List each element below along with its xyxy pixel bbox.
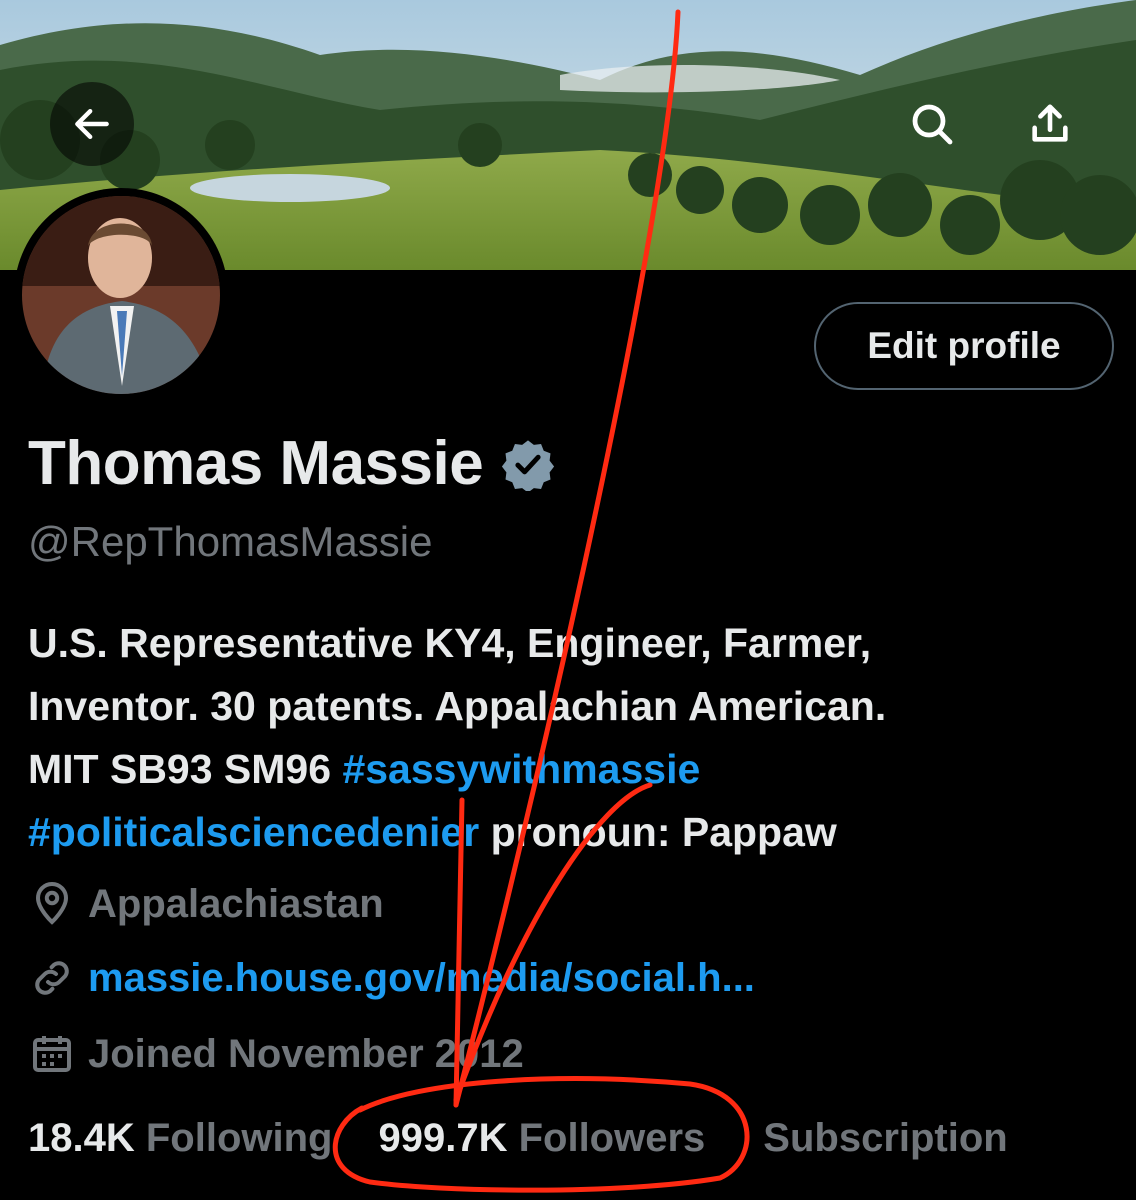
- user-handle: @RepThomasMassie: [28, 518, 433, 565]
- share-icon: [1032, 104, 1068, 142]
- search-button[interactable]: [890, 82, 974, 166]
- followers-count: 999.7K: [378, 1116, 508, 1160]
- bio-line: MIT SB93 SM96 #sassywithmassie: [28, 738, 1108, 801]
- name-row: Thomas Massie: [28, 428, 555, 499]
- following-link[interactable]: 18.4K Following: [28, 1116, 332, 1161]
- subscription-link[interactable]: Subscription: [763, 1116, 1007, 1161]
- avatar[interactable]: [14, 188, 228, 402]
- edit-profile-button[interactable]: Edit profile: [814, 302, 1114, 390]
- bio-line: Inventor. 30 patents. Appalachian Americ…: [28, 683, 887, 729]
- arrow-left-icon: [75, 108, 109, 140]
- hashtag-link[interactable]: #politicalsciencedenier: [28, 809, 479, 855]
- back-button[interactable]: [50, 82, 134, 166]
- followers-link[interactable]: 999.7K Followers: [378, 1116, 705, 1161]
- join-date-row: Joined November 2012: [28, 1030, 524, 1078]
- display-name: Thomas Massie: [28, 429, 484, 498]
- calendar-icon: [33, 1036, 71, 1072]
- bio-line: U.S. Representative KY4, Engineer, Farme…: [28, 620, 872, 666]
- verified-badge-icon: [502, 439, 555, 491]
- link-icon: [35, 961, 69, 995]
- profile-stats: 18.4K Following 999.7K Followers Subscri…: [28, 1116, 1008, 1161]
- website-link[interactable]: massie.house.gov/media/social.h...: [88, 956, 755, 1001]
- location-row: Appalachiastan: [28, 880, 384, 928]
- search-icon: [912, 104, 953, 145]
- share-button[interactable]: [1008, 82, 1092, 166]
- location-pin-icon: [35, 882, 69, 925]
- bio: U.S. Representative KY4, Engineer, Farme…: [28, 612, 1108, 864]
- following-count: 18.4K: [28, 1116, 135, 1160]
- bio-text: MIT SB93 SM96: [28, 746, 343, 792]
- website-row: massie.house.gov/media/social.h...: [28, 954, 755, 1002]
- join-date-text: Joined November 2012: [88, 1031, 524, 1076]
- hashtag-link[interactable]: #sassywithmassie: [342, 746, 700, 792]
- bio-text: pronoun: Pappaw: [479, 809, 837, 855]
- avatar-photo: [22, 196, 220, 394]
- bio-line: #politicalsciencedenier pronoun: Pappaw: [28, 801, 1108, 864]
- location-text: Appalachiastan: [88, 881, 384, 926]
- followers-label: Followers: [507, 1116, 706, 1160]
- following-label: Following: [134, 1116, 333, 1160]
